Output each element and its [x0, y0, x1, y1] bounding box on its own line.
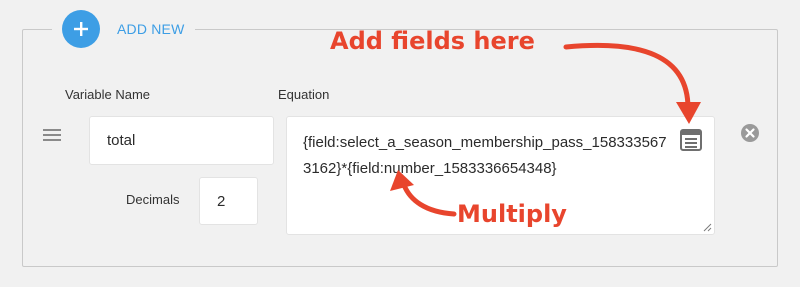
- plus-icon: [74, 22, 88, 36]
- add-new-control: ADD NEW: [52, 8, 195, 50]
- variable-name-header: Variable Name: [65, 87, 151, 102]
- decimals-value: 2: [217, 192, 226, 210]
- close-circle-icon[interactable]: [741, 124, 759, 142]
- add-new-button[interactable]: [62, 10, 100, 48]
- add-fields-annotation: Add fields here: [330, 27, 535, 55]
- resize-grip-icon[interactable]: [703, 223, 712, 232]
- variable-name-input[interactable]: total: [89, 116, 274, 165]
- drag-handle-icon[interactable]: [43, 129, 61, 141]
- decimals-label: Decimals: [126, 192, 180, 207]
- list-icon[interactable]: [680, 129, 702, 151]
- decimals-input[interactable]: 2: [199, 177, 258, 225]
- equation-value: {field:select_a_season_membership_pass_1…: [303, 134, 667, 177]
- add-new-label[interactable]: ADD NEW: [117, 21, 185, 37]
- equation-header: Equation: [278, 87, 330, 102]
- multiply-annotation: Multiply: [457, 200, 567, 228]
- variable-name-value: total: [107, 132, 136, 149]
